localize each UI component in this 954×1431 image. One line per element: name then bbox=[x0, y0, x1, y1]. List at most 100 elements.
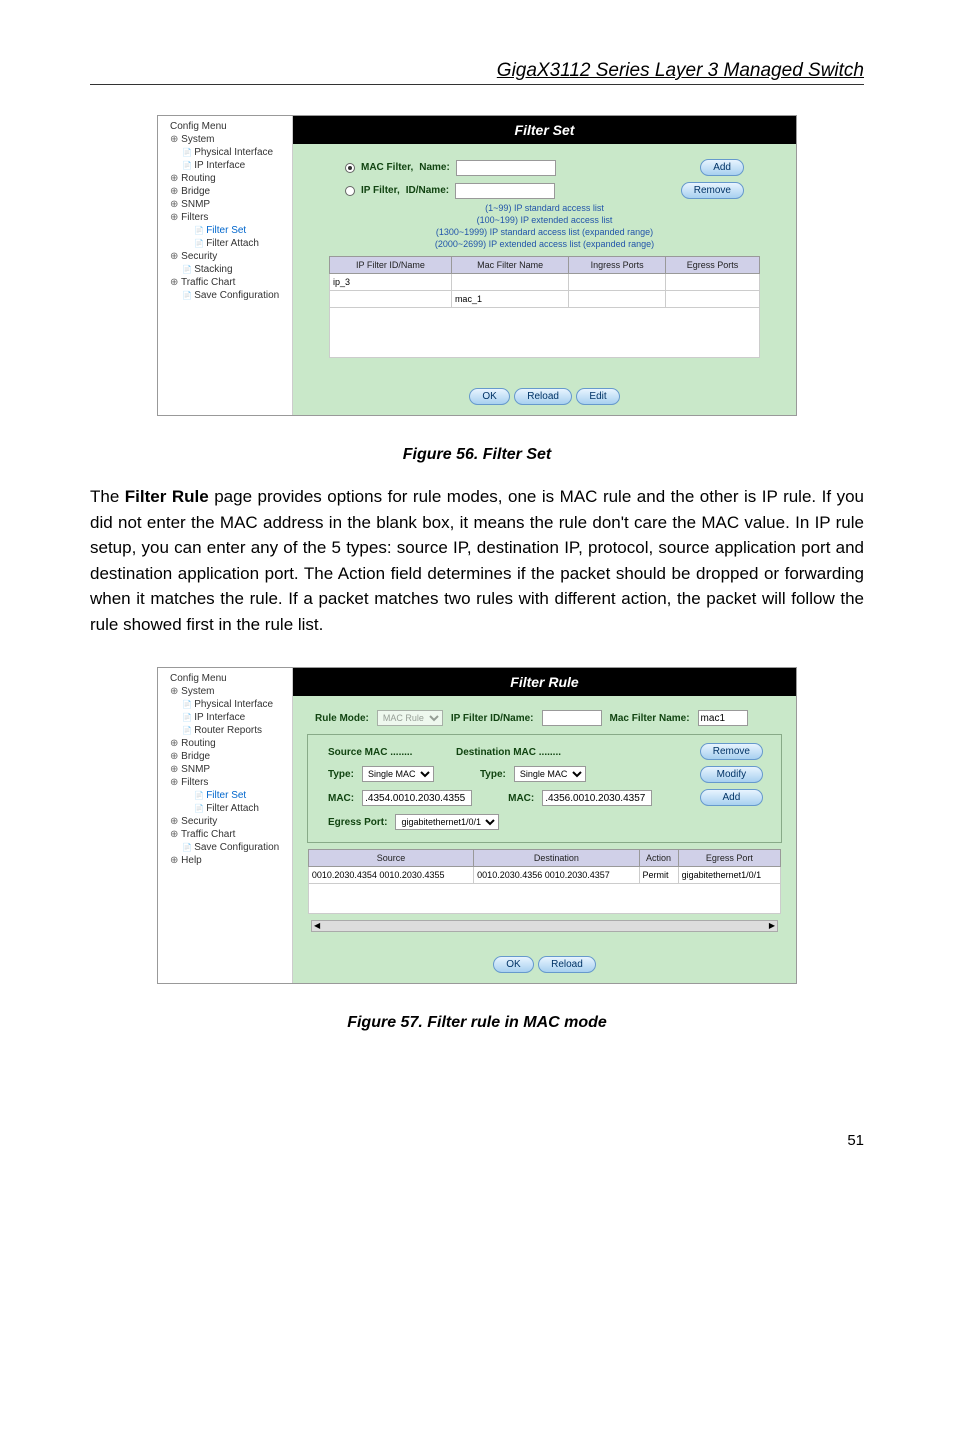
ok-button[interactable]: OK bbox=[469, 388, 509, 405]
tree2-security[interactable]: Security bbox=[162, 815, 288, 828]
tree-filterset[interactable]: Filter Set bbox=[162, 224, 288, 237]
tree-ipinterface[interactable]: IP Interface bbox=[162, 159, 288, 172]
tree2-system[interactable]: System bbox=[162, 685, 288, 698]
tree-traffic[interactable]: Traffic Chart bbox=[162, 276, 288, 289]
tree2-routing[interactable]: Routing bbox=[162, 737, 288, 750]
info-3: (1300~1999) IP standard access list (exp… bbox=[305, 226, 784, 238]
mac-filter-name-input[interactable] bbox=[456, 160, 556, 176]
mac-filter-name-input[interactable] bbox=[698, 710, 748, 726]
th-source: Source bbox=[308, 850, 473, 867]
src-type-label: Type: bbox=[328, 769, 354, 780]
info-2: (100~199) IP extended access list bbox=[305, 214, 784, 226]
ip-filter-radio[interactable] bbox=[345, 186, 355, 196]
mac-filter-name-label: Mac Filter Name: bbox=[610, 713, 690, 724]
rule-reload-button[interactable]: Reload bbox=[538, 956, 596, 973]
egress-port-select[interactable]: gigabitethernet1/0/1 bbox=[395, 814, 499, 830]
th-dest: Destination bbox=[474, 850, 639, 867]
rule-modify-button[interactable]: Modify bbox=[700, 766, 763, 783]
tree-snmp[interactable]: SNMP bbox=[162, 198, 288, 211]
tree2-snmp[interactable]: SNMP bbox=[162, 763, 288, 776]
tree-bridge[interactable]: Bridge bbox=[162, 185, 288, 198]
th-egressport: Egress Port bbox=[678, 850, 781, 867]
filter-set-title: Filter Set bbox=[293, 116, 796, 144]
tree-security[interactable]: Security bbox=[162, 250, 288, 263]
td-mac[interactable]: mac_1 bbox=[451, 291, 568, 308]
dest-mac-label: Destination MAC ........ bbox=[456, 747, 561, 758]
figure-57-screenshot: Config Menu System Physical Interface IP… bbox=[157, 667, 797, 984]
rule-add-button[interactable]: Add bbox=[700, 789, 763, 806]
name-label: Name: bbox=[419, 162, 450, 173]
th-macfilter: Mac Filter Name bbox=[451, 257, 568, 274]
td-ip[interactable]: ip_3 bbox=[329, 274, 451, 291]
body-paragraph: The Filter Rule page provides options fo… bbox=[90, 484, 864, 637]
filter-rule-table: Source Destination Action Egress Port 00… bbox=[308, 849, 781, 914]
info-4: (2000~2699) IP extended access list (exp… bbox=[305, 238, 784, 250]
ip-filter-label: IP Filter, bbox=[361, 185, 400, 196]
tree2-saveconfig[interactable]: Save Configuration bbox=[162, 841, 288, 854]
src-mac-label: MAC: bbox=[328, 793, 354, 804]
info-1: (1~99) IP standard access list bbox=[305, 202, 784, 214]
tree-panel-2: Config Menu System Physical Interface IP… bbox=[158, 668, 293, 983]
tree-filterattach[interactable]: Filter Attach bbox=[162, 237, 288, 250]
tree-filters[interactable]: Filters bbox=[162, 211, 288, 224]
td-action[interactable]: Permit bbox=[639, 867, 678, 884]
ip-filter-idname-input[interactable] bbox=[455, 183, 555, 199]
tree2-filterset[interactable]: Filter Set bbox=[162, 789, 288, 802]
source-mac-label: Source MAC ........ bbox=[328, 747, 448, 758]
figure-56-caption: Figure 56. Filter Set bbox=[90, 446, 864, 464]
tree2-router[interactable]: Router Reports bbox=[162, 724, 288, 737]
tree-root[interactable]: Config Menu bbox=[162, 120, 288, 133]
rule-mode-select[interactable]: MAC Rule bbox=[377, 710, 443, 726]
src-mac-input[interactable] bbox=[362, 790, 472, 806]
th-action: Action bbox=[639, 850, 678, 867]
add-button[interactable]: Add bbox=[700, 159, 744, 176]
td-egressport[interactable]: gigabitethernet1/0/1 bbox=[678, 867, 781, 884]
tree2-ipinterface[interactable]: IP Interface bbox=[162, 711, 288, 724]
tree2-physical[interactable]: Physical Interface bbox=[162, 698, 288, 711]
page-header-title: GigaX3112 Series Layer 3 Managed Switch bbox=[90, 60, 864, 82]
filter-set-table: IP Filter ID/Name Mac Filter Name Ingres… bbox=[329, 256, 760, 358]
src-type-select[interactable]: Single MAC bbox=[362, 766, 434, 782]
tree-stacking[interactable]: Stacking bbox=[162, 263, 288, 276]
rule-remove-button[interactable]: Remove bbox=[700, 743, 763, 760]
td-ingress[interactable] bbox=[569, 291, 666, 308]
egress-port-label: Egress Port: bbox=[328, 817, 387, 828]
scroll-right-icon[interactable]: ▶ bbox=[767, 921, 777, 931]
tree-routing[interactable]: Routing bbox=[162, 172, 288, 185]
tree-saveconfig[interactable]: Save Configuration bbox=[162, 289, 288, 302]
tree-system[interactable]: System bbox=[162, 133, 288, 146]
dst-mac-label: MAC: bbox=[508, 793, 534, 804]
th-ipfilter: IP Filter ID/Name bbox=[329, 257, 451, 274]
reload-button[interactable]: Reload bbox=[514, 388, 572, 405]
td-source[interactable]: 0010.2030.4354 0010.2030.4355 bbox=[308, 867, 473, 884]
dst-type-label: Type: bbox=[480, 769, 506, 780]
dst-type-select[interactable]: Single MAC bbox=[514, 766, 586, 782]
idname-label: ID/Name: bbox=[406, 185, 449, 196]
edit-button[interactable]: Edit bbox=[576, 388, 619, 405]
mac-filter-radio[interactable] bbox=[345, 163, 355, 173]
figure-57-caption: Figure 57. Filter rule in MAC mode bbox=[90, 1014, 864, 1032]
th-egress: Egress Ports bbox=[665, 257, 759, 274]
filter-rule-title: Filter Rule bbox=[293, 668, 796, 696]
rule-mode-label: Rule Mode: bbox=[315, 713, 369, 724]
td-dest[interactable]: 0010.2030.4356 0010.2030.4357 bbox=[474, 867, 639, 884]
tree2-filterattach[interactable]: Filter Attach bbox=[162, 802, 288, 815]
remove-button[interactable]: Remove bbox=[681, 182, 744, 199]
scroll-left-icon[interactable]: ◀ bbox=[312, 921, 322, 931]
tree2-help[interactable]: Help bbox=[162, 854, 288, 867]
page-number: 51 bbox=[90, 1132, 864, 1149]
ip-filter-idname-label: IP Filter ID/Name: bbox=[451, 713, 534, 724]
rule-ok-button[interactable]: OK bbox=[493, 956, 533, 973]
tree2-bridge[interactable]: Bridge bbox=[162, 750, 288, 763]
th-ingress: Ingress Ports bbox=[569, 257, 666, 274]
tree2-root[interactable]: Config Menu bbox=[162, 672, 288, 685]
tree-physical[interactable]: Physical Interface bbox=[162, 146, 288, 159]
dst-mac-input[interactable] bbox=[542, 790, 652, 806]
tree2-filters[interactable]: Filters bbox=[162, 776, 288, 789]
tree-panel-1: Config Menu System Physical Interface IP… bbox=[158, 116, 293, 415]
figure-56-screenshot: Config Menu System Physical Interface IP… bbox=[157, 115, 797, 416]
ip-filter-idname-input[interactable] bbox=[542, 710, 602, 726]
td-egress[interactable] bbox=[665, 291, 759, 308]
tree2-traffic[interactable]: Traffic Chart bbox=[162, 828, 288, 841]
mac-filter-label: MAC Filter, bbox=[361, 162, 413, 173]
